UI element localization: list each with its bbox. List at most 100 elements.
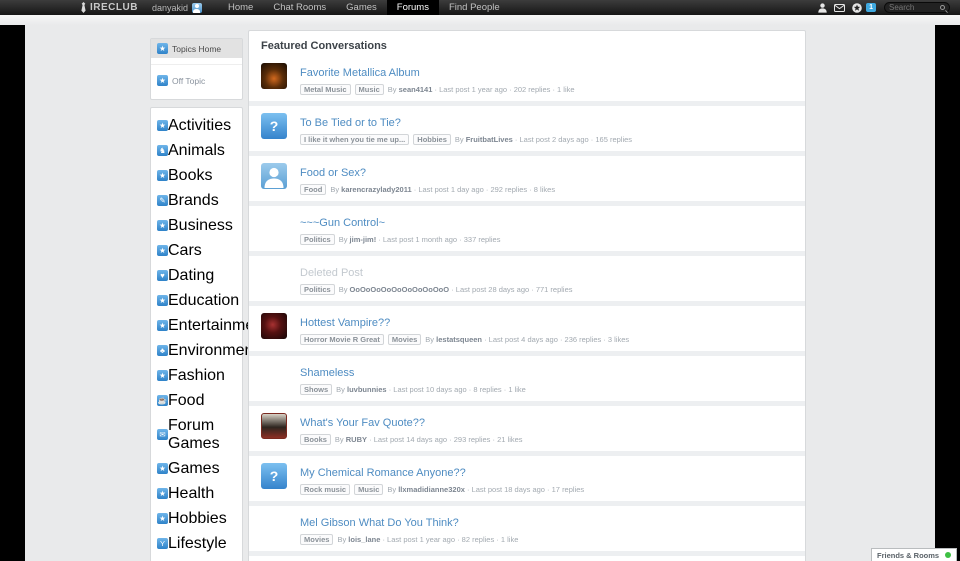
author-name[interactable]: OoOoOoOoOoOoOoOoOoO xyxy=(350,285,450,294)
sidebar-item-topics-home[interactable]: ★ Topics Home xyxy=(151,39,242,58)
sidebar-item-cars[interactable]: ★Cars xyxy=(151,238,242,263)
author-name[interactable]: karencrazylady2011 xyxy=(341,185,411,194)
tag-chip[interactable]: Horror Movie R Great xyxy=(300,334,384,345)
sidebar-item-label: Hobbies xyxy=(168,510,227,528)
conversation-body: Hottest Vampire?? Horror Movie R Great Mov… xyxy=(300,313,629,345)
search-icon[interactable] xyxy=(940,5,945,10)
page-title: Featured Conversations xyxy=(261,40,793,52)
conversation-title[interactable]: What's Your Fav Quote?? xyxy=(300,417,425,429)
tag-chip[interactable]: Politics xyxy=(300,234,335,245)
conversation-title[interactable]: Food or Sex? xyxy=(300,167,366,179)
tag-chip[interactable]: Politics xyxy=(300,284,335,295)
author-name[interactable]: jim-jim! xyxy=(350,235,377,244)
sidebar-item-lifestyle[interactable]: YLifestyle xyxy=(151,531,242,556)
star-icon: ★ xyxy=(157,513,168,524)
thumbnail-question[interactable]: ? xyxy=(261,113,287,139)
tag-chip[interactable]: Hobbies xyxy=(413,134,451,145)
thumbnail-metal[interactable] xyxy=(261,63,287,89)
conversation-row: Former Democrats Florida Gubernatorial C… xyxy=(261,556,793,561)
author-name[interactable]: llxmadidianne320x xyxy=(398,485,465,494)
sidebar-item-animals[interactable]: ♞Animals xyxy=(151,138,242,163)
thumbnail-spacer xyxy=(261,213,300,245)
conversation-title[interactable]: Hottest Vampire?? xyxy=(300,317,390,329)
conversation-title[interactable]: To Be Tied or to Tie? xyxy=(300,117,401,129)
sidebar-item-off-topic[interactable]: ★Off Topic xyxy=(151,71,242,90)
tag-chip[interactable]: Food xyxy=(300,184,326,195)
conversation-row: ? My Chemical Romance Anyone?? Rock music M… xyxy=(261,456,793,501)
thumbnail-question[interactable]: ? xyxy=(261,463,287,489)
sidebar-item-education[interactable]: ★Education xyxy=(151,288,242,313)
sidebar-item-label: Cars xyxy=(168,242,202,260)
conversation-title[interactable]: ~~~Gun Control~ xyxy=(300,217,385,229)
search-box[interactable] xyxy=(884,2,950,13)
sidebar-item-activities[interactable]: ★Activities xyxy=(151,113,242,138)
author-byline: By jim-jim! xyxy=(339,235,377,244)
sidebar-item-label: Brands xyxy=(168,192,219,210)
sidebar-item-entertainment[interactable]: ★Entertainment xyxy=(151,313,242,338)
star-circle-icon[interactable] xyxy=(852,3,862,13)
sidebar-item-books[interactable]: ★Books xyxy=(151,163,242,188)
author-name[interactable]: FruitbatLives xyxy=(466,135,513,144)
thumbnail-book[interactable] xyxy=(261,413,287,439)
post-stats: · Last post 4 days ago · 236 replies · 3… xyxy=(482,335,629,344)
tag-chip[interactable]: Rock music xyxy=(300,484,350,495)
nav-item-home[interactable]: Home xyxy=(218,0,263,15)
tag-chip[interactable]: I like it when you tie me up... xyxy=(300,134,409,145)
avatar xyxy=(192,3,202,13)
nav-item-games[interactable]: Games xyxy=(336,0,387,15)
sidebar-item-label: Health xyxy=(168,485,214,503)
notification-badge[interactable]: 1 xyxy=(866,3,876,12)
friends-rooms-bar[interactable]: Friends & Rooms xyxy=(871,548,957,561)
sidebar-item-movies[interactable]: ★Movies xyxy=(151,556,242,561)
sidebar-item-label: Topics Home xyxy=(172,44,221,54)
tag-chip[interactable]: Metal Music xyxy=(300,84,351,95)
tag-chip[interactable]: Movies xyxy=(300,534,333,545)
author-name[interactable]: lois_lane xyxy=(348,535,380,544)
tag-chip[interactable]: Movies xyxy=(388,334,421,345)
sidebar-item-brands[interactable]: ✎Brands xyxy=(151,188,242,213)
sidebar-item-games[interactable]: ★Games xyxy=(151,456,242,481)
sidebar-item-food[interactable]: ☕Food xyxy=(151,388,242,413)
user-menu[interactable]: danyakid xyxy=(152,3,202,13)
tag-chip[interactable]: Music xyxy=(354,484,383,495)
author-name[interactable]: sean4141 xyxy=(399,85,433,94)
sidebar-item-hobbies[interactable]: ★Hobbies xyxy=(151,506,242,531)
sidebar-item-fashion[interactable]: ★Fashion xyxy=(151,363,242,388)
conversation-title[interactable]: Mel Gibson What Do You Think? xyxy=(300,517,459,529)
conversation-title[interactable]: Shameless xyxy=(300,367,354,379)
star-icon: ★ xyxy=(157,43,168,54)
sidebar-item-health[interactable]: ★Health xyxy=(151,481,242,506)
conversation-title[interactable]: Favorite Metallica Album xyxy=(300,67,420,79)
nav-item-forums[interactable]: Forums xyxy=(387,0,439,15)
sidebar-item-label: Business xyxy=(168,217,233,235)
conversation-row: Hottest Vampire?? Horror Movie R Great Mov… xyxy=(261,306,793,351)
star-icon: ★ xyxy=(157,220,168,231)
sidebar-item-forum-games[interactable]: ✉Forum Games xyxy=(151,413,242,456)
profile-icon[interactable] xyxy=(818,3,827,13)
tag-chip[interactable]: Books xyxy=(300,434,331,445)
thumbnail-avatar[interactable] xyxy=(261,163,287,189)
post-stats: · Last post 1 month ago · 337 replies xyxy=(376,235,500,244)
post-stats: · Last post 28 days ago · 771 replies xyxy=(449,285,572,294)
search-input[interactable] xyxy=(889,3,940,12)
nav-item-chat-rooms[interactable]: Chat Rooms xyxy=(263,0,336,15)
sidebar-item-label: Food xyxy=(168,392,204,410)
tag-chip[interactable]: Music xyxy=(355,84,384,95)
logo[interactable]: IRECLUB xyxy=(78,2,138,13)
author-byline: By sean4141 xyxy=(388,85,433,94)
sidebar-item-environment[interactable]: ♣Environment xyxy=(151,338,242,363)
mail-icon[interactable] xyxy=(834,4,845,12)
nav-item-find-people[interactable]: Find People xyxy=(439,0,510,15)
author-byline: By FruitbatLives xyxy=(455,135,513,144)
tag-chip[interactable]: Shows xyxy=(300,384,332,395)
conversation-title[interactable]: My Chemical Romance Anyone?? xyxy=(300,467,466,479)
sidebar-item-dating[interactable]: ♥Dating xyxy=(151,263,242,288)
author-name[interactable]: luvbunnies xyxy=(347,385,387,394)
author-name[interactable]: lestatsqueen xyxy=(436,335,482,344)
conversation-list: Favorite Metallica Album Metal Music Music… xyxy=(261,56,793,561)
conversation-row: ~~~Gun Control~ Politics By jim-jim! · Las… xyxy=(261,206,793,251)
thumbnail-vampire[interactable] xyxy=(261,313,287,339)
star-icon: ★ xyxy=(157,245,168,256)
author-name[interactable]: RUBY xyxy=(346,435,367,444)
sidebar-item-business[interactable]: ★Business xyxy=(151,213,242,238)
